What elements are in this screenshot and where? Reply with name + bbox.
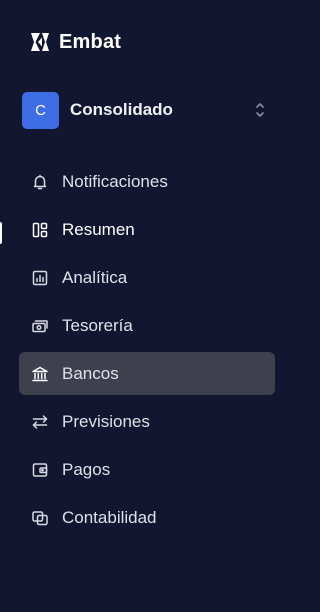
dashboard-layout-icon [31, 221, 49, 239]
sidebar-item-resumen[interactable]: Resumen [19, 208, 275, 251]
sidebar-item-label: Tesorería [62, 315, 133, 335]
bar-chart-icon [31, 269, 49, 287]
sidebar-item-label: Previsiones [62, 411, 150, 431]
sidebar-item-label: Notificaciones [62, 171, 168, 191]
brand-name: Embat [59, 30, 122, 53]
copy-ledger-icon [31, 509, 49, 527]
embat-logo-icon [31, 33, 49, 51]
organization-selector[interactable]: C Consolidado [22, 91, 274, 129]
sidebar-item-bancos[interactable]: Bancos [19, 352, 275, 395]
sidebar-item-analitica[interactable]: Analítica [19, 256, 275, 299]
sidebar-item-tesoreria[interactable]: Tesorería [19, 304, 275, 347]
sidebar-item-notificaciones[interactable]: Notificaciones [19, 160, 275, 203]
organization-name: Consolidado [70, 100, 173, 119]
arrows-exchange-icon [31, 413, 49, 431]
wallet-icon [31, 461, 49, 479]
sidebar-item-label: Analítica [62, 267, 128, 287]
sidebar-item-label: Pagos [62, 459, 111, 479]
sidebar-item-label: Resumen [62, 219, 135, 239]
bell-icon [31, 173, 49, 191]
sidebar-item-label: Contabilidad [62, 507, 157, 527]
brand-logo[interactable]: Embat [29, 31, 121, 53]
sidebar-nav: Notificaciones Resumen Analítica Tesorer… [19, 160, 275, 544]
sidebar-item-pagos[interactable]: Pagos [19, 448, 275, 491]
bank-icon [31, 365, 49, 383]
sidebar-item-label: Bancos [62, 363, 119, 383]
chevron-up-down-icon [256, 103, 264, 117]
active-item-indicator [0, 222, 2, 244]
sidebar-item-contabilidad[interactable]: Contabilidad [19, 496, 275, 539]
organization-avatar: C [22, 91, 59, 129]
sidebar-item-previsiones[interactable]: Previsiones [19, 400, 275, 443]
banknote-icon [31, 317, 49, 335]
